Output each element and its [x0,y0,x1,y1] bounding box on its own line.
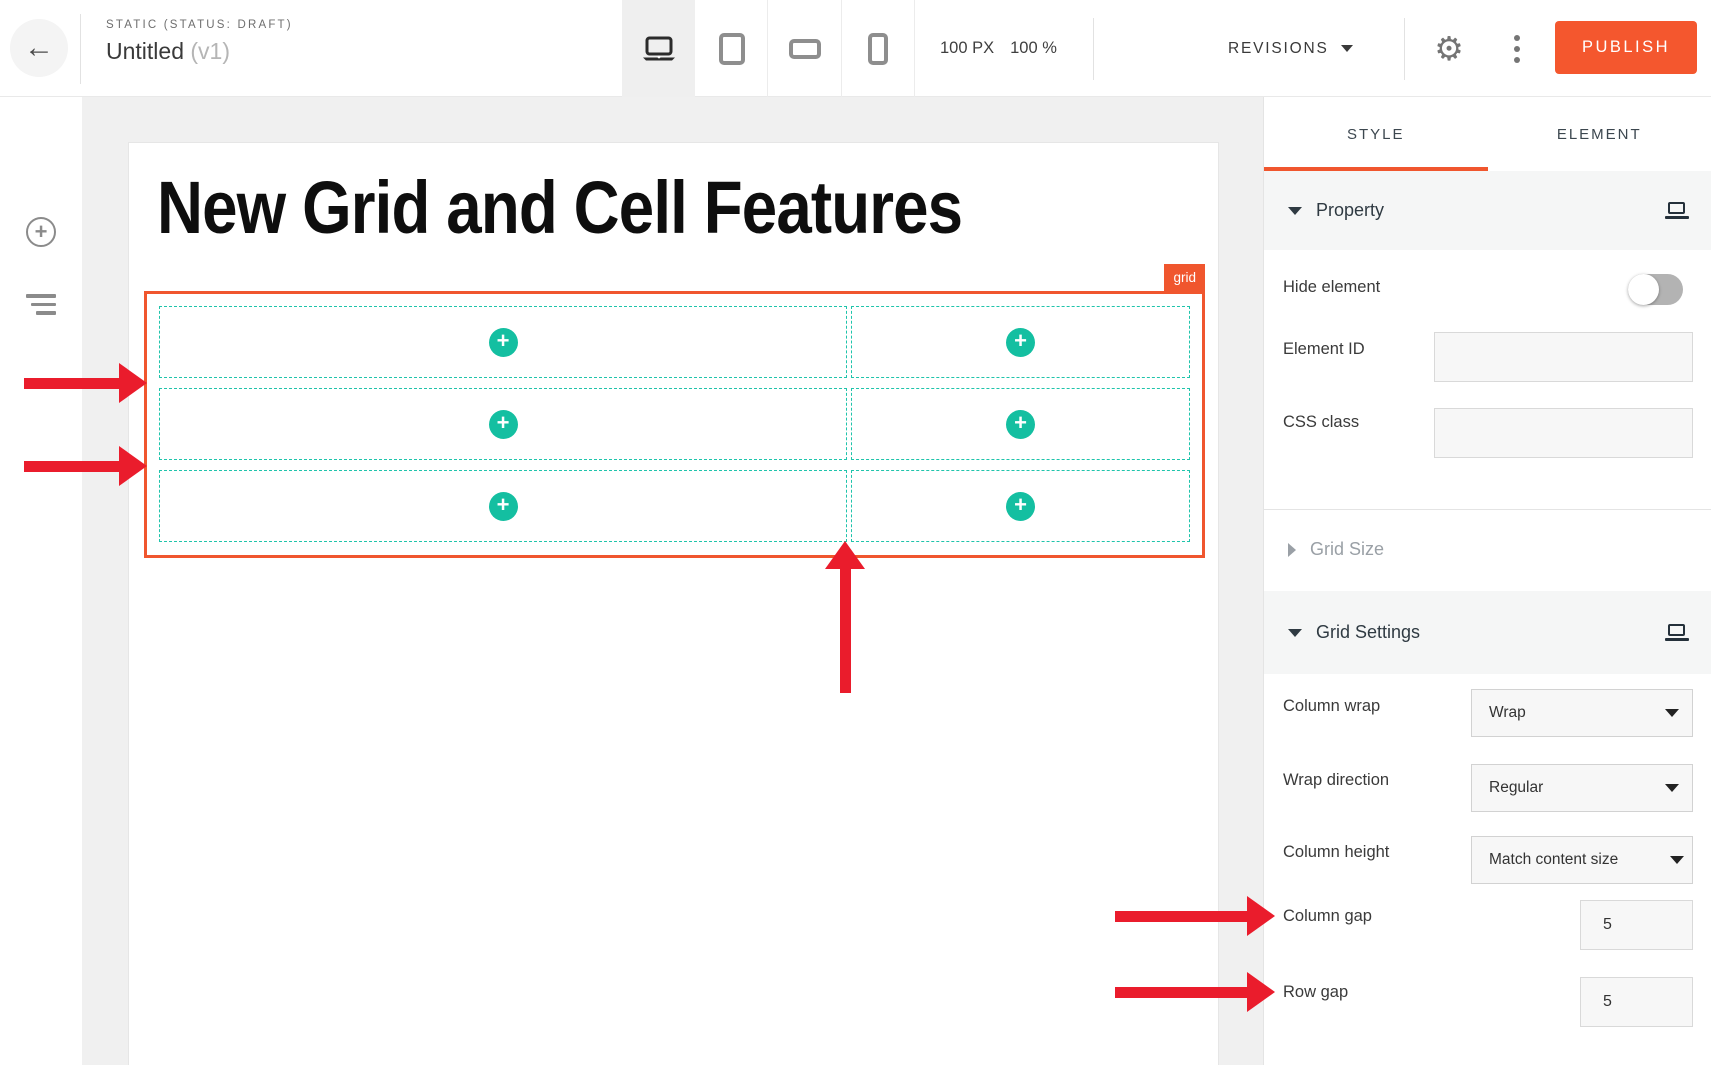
plus-circle-icon: + [35,221,48,243]
grid-cell[interactable]: + [851,388,1190,460]
page-status: STATIC (STATUS: DRAFT) [106,19,293,31]
grid-cell[interactable]: + [851,470,1190,542]
layers-button[interactable] [26,294,56,315]
element-id-input[interactable] [1434,332,1693,382]
properties-panel: STYLE ELEMENT Property Hide element Elem… [1263,97,1711,1065]
selected-value: Match content size [1489,851,1618,869]
divider [841,0,842,97]
page-version: (v1) [190,38,230,64]
divider [767,0,768,97]
wrap-direction-select[interactable]: Regular [1471,764,1693,812]
chevron-down-icon [1665,709,1679,717]
panel-tabs: STYLE ELEMENT [1264,97,1711,171]
tablet-icon [719,33,745,65]
desktop-breakpoint-icon [1665,202,1689,219]
row-gap-label: Row gap [1283,983,1348,1002]
desktop-icon [641,36,677,62]
collapse-icon [1288,629,1302,637]
plus-icon: + [497,412,510,434]
hide-element-toggle[interactable] [1628,274,1683,305]
grid-element[interactable]: grid + + + + + + [144,291,1205,558]
add-content-button[interactable]: + [1006,492,1035,521]
css-class-input[interactable] [1434,408,1693,458]
expand-icon [1288,543,1296,557]
element-id-label: Element ID [1283,340,1365,359]
row-gap-input[interactable] [1580,977,1693,1027]
device-mobile-button[interactable] [841,0,914,97]
column-gap-label: Column gap [1283,907,1372,926]
column-wrap-select[interactable]: Wrap [1471,689,1693,737]
chevron-down-icon [1341,45,1353,52]
divider [914,0,915,97]
section-title: Grid Size [1310,539,1384,560]
document-title-block: STATIC (STATUS: DRAFT) Untitled (v1) [106,19,293,65]
back-arrow-icon: ← [24,31,54,65]
column-gap-input[interactable] [1580,900,1693,950]
more-options-button[interactable] [1504,0,1530,97]
gear-icon: ⚙ [1434,29,1464,68]
left-sidebar: + [0,97,82,1065]
plus-icon: + [1014,330,1027,352]
page-surface[interactable]: New Grid and Cell Features grid + + + + … [128,142,1219,1065]
zoom-px-value: 100 PX [940,39,994,58]
zoom-percent-value: 100 % [1010,39,1057,58]
publish-button[interactable]: PUBLISH [1555,21,1697,74]
divider [80,14,81,84]
grid-cell[interactable]: + [159,306,847,378]
page-title: Untitled (v1) [106,38,293,65]
selected-value: Regular [1489,779,1543,797]
grid-cells: + + + + + + [147,294,1202,555]
add-content-button[interactable]: + [489,410,518,439]
editor-canvas: New Grid and Cell Features grid + + + + … [82,97,1263,1065]
tab-element[interactable]: ELEMENT [1488,97,1711,171]
device-tablet-button[interactable] [695,0,768,97]
column-height-label: Column height [1283,843,1389,862]
back-button[interactable]: ← [10,19,68,77]
plus-icon: + [497,494,510,516]
mobile-icon [868,33,888,65]
selected-value: Wrap [1489,704,1526,722]
tab-style[interactable]: STYLE [1264,97,1488,171]
collapse-icon [1288,207,1302,215]
settings-button[interactable]: ⚙ [1429,0,1469,97]
grid-element-tag: grid [1164,264,1205,291]
add-content-button[interactable]: + [489,492,518,521]
divider [1404,18,1405,80]
section-header-grid-settings[interactable]: Grid Settings [1264,591,1711,674]
plus-icon: + [1014,494,1027,516]
add-element-button[interactable]: + [26,217,56,247]
hide-element-label: Hide element [1283,278,1380,297]
page-heading[interactable]: New Grid and Cell Features [157,165,962,250]
plus-icon: + [1014,412,1027,434]
device-mobile-landscape-button[interactable] [768,0,841,97]
section-header-grid-size[interactable]: Grid Size [1264,510,1711,589]
mobile-landscape-icon [789,39,821,59]
section-title: Property [1316,200,1384,221]
divider [1093,18,1094,80]
chevron-down-icon [1670,856,1684,864]
device-desktop-button[interactable] [622,0,695,97]
add-content-button[interactable]: + [1006,328,1035,357]
top-toolbar: ← STATIC (STATUS: DRAFT) Untitled (v1) [0,0,1711,97]
add-content-button[interactable]: + [1006,410,1035,439]
grid-cell[interactable]: + [159,470,847,542]
add-content-button[interactable]: + [489,328,518,357]
wrap-direction-label: Wrap direction [1283,771,1389,790]
column-height-select[interactable]: Match content size [1471,836,1693,884]
css-class-label: CSS class [1283,413,1359,432]
chevron-down-icon [1665,784,1679,792]
plus-icon: + [497,330,510,352]
grid-cell[interactable]: + [159,388,847,460]
desktop-breakpoint-icon [1665,624,1689,641]
column-wrap-label: Column wrap [1283,697,1380,716]
grid-cell[interactable]: + [851,306,1190,378]
revisions-label: REVISIONS [1228,40,1329,58]
section-title: Grid Settings [1316,622,1420,643]
section-header-property[interactable]: Property [1264,171,1711,250]
revisions-dropdown[interactable]: REVISIONS [1228,0,1353,97]
zoom-indicator: 100 PX 100 % [940,0,1057,97]
